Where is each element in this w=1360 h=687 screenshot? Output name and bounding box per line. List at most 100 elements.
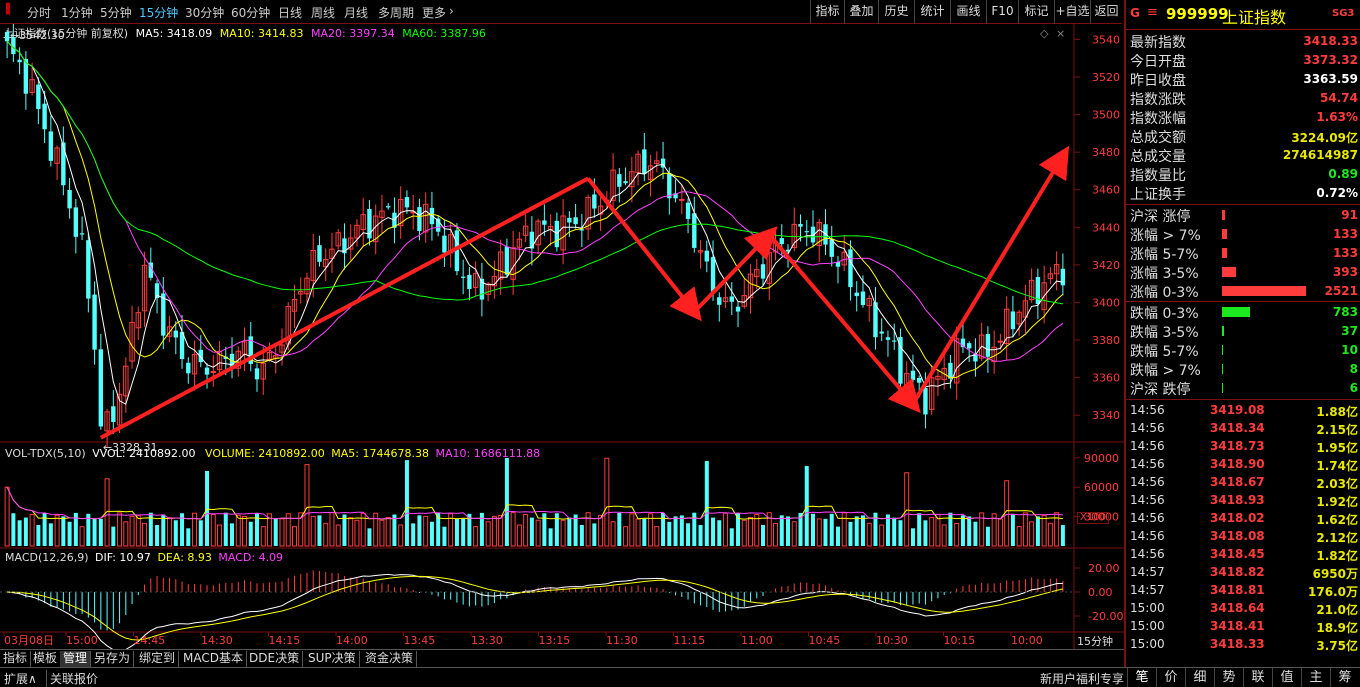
volume-bar [235,514,241,547]
statistics-button[interactable]: 统计 [914,0,950,24]
related-quote-button[interactable]: 关联报价 [46,670,98,687]
tick-volume: 2.12亿 [1316,531,1358,545]
volume-bar [129,515,135,547]
stat-label: 昨日收盘 [1130,73,1186,89]
candle-body [567,217,572,223]
volume-bar [673,516,678,546]
volume-tick-label: 60000 [1084,481,1119,494]
tick-time: 15:00 [1130,601,1165,615]
tab-fund[interactable]: 资金决策 [362,651,418,667]
period-tab-5min[interactable]: 5分钟 [100,4,132,21]
volume-bar [36,524,41,546]
time-axis-label: 11:30 [606,634,638,647]
candle-body [692,213,697,248]
candle-body [210,371,216,374]
period-tab-1min[interactable]: 1分钟 [61,4,93,21]
ma5-line [6,40,1063,405]
volume-bar [123,521,129,547]
tab-trend[interactable]: 势 [1214,668,1243,687]
tab-dde[interactable]: DDE决策 [246,651,304,667]
history-button[interactable]: 历史 [878,0,914,24]
tab-value[interactable]: 值 [1272,668,1301,687]
add-watchlist-button[interactable]: +自选 [1054,0,1090,24]
tab-sup[interactable]: SUP决策 [305,651,360,667]
volume-bar [717,520,722,546]
candle-body [623,181,628,184]
period-tab-30min[interactable]: 30分钟 [185,4,224,21]
indicator-button[interactable]: 指标 [810,0,844,24]
kline-chart[interactable]: 3540 3520 3500 3480 3460 3440 3420 3400 3380 3360… [0,24,1124,649]
tab-macd-basic[interactable]: MACD基本 [180,651,247,667]
candle-body [760,264,766,279]
volume-bar [167,517,173,547]
breadth-value: 783 [1332,305,1358,319]
volume-bar [429,521,434,546]
mark-button[interactable]: 标记 [1018,0,1054,24]
menu-icon[interactable]: ≡ [1147,5,1158,20]
volume-bar [379,519,385,547]
period-tab-daily[interactable]: 日线 [278,4,302,21]
breadth-value: 6 [1349,381,1358,395]
tab-trades[interactable]: 笔 [1127,668,1156,687]
collapse-icon[interactable]: ▐ [2,4,10,15]
candle-body [404,197,410,208]
breadth-bar [1222,210,1225,220]
tab-save-as[interactable]: 另存为 [91,651,135,667]
stock-code: 999999 [1166,5,1229,23]
tab-linked[interactable]: 联 [1243,668,1272,687]
candle-body [923,387,928,415]
volume-bar [761,524,766,546]
draw-line-button[interactable]: 画线 [950,0,986,24]
tick-row: 14:56 3418.73 1.95亿 [1130,438,1358,456]
volume-tick-label: 90000 [1084,452,1119,465]
stat-row: 最新指数 3418.33 [1130,32,1358,51]
back-button[interactable]: 返回 [1090,0,1122,24]
candle-body [779,238,784,245]
tab-manage[interactable]: 管理 [60,651,92,667]
breadth-value: 133 [1332,227,1358,241]
promo-link[interactable]: 新用户福利专享 [1040,670,1124,687]
volume-bar [610,521,616,547]
candle-body [885,337,891,340]
period-tab-60min[interactable]: 60分钟 [231,4,270,21]
volume-bar [917,513,922,546]
volume-bar [279,518,285,547]
tab-template[interactable]: 模板 [30,651,62,667]
tick-volume: 3.75亿 [1316,639,1358,653]
period-tab-monthly[interactable]: 月线 [344,4,368,21]
tab-main[interactable]: 主 [1301,668,1330,687]
volume-bar [885,514,890,546]
volume-bar [523,513,529,547]
breadth-label: 涨幅 3-5% [1130,266,1199,282]
stat-label: 指数涨跌 [1130,92,1186,108]
tick-time: 14:56 [1130,421,1165,435]
tick-volume: 1.74亿 [1316,459,1358,473]
tab-bind-to[interactable]: 绑定到 [136,651,180,667]
dea-line [7,575,1064,641]
period-tab-more[interactable]: 更多 [422,4,446,21]
tab-detail[interactable]: 细 [1185,668,1214,687]
volume-bar [98,518,103,546]
volume-bar [704,461,709,546]
period-tab-fenshi[interactable]: 分时 [27,4,51,21]
volume-bar [741,519,747,547]
volume-bar [829,513,834,546]
tab-chips[interactable]: 筹 [1330,668,1359,687]
tab-price[interactable]: 价 [1156,668,1185,687]
tick-row: 15:00 3418.33 3.75亿 [1130,636,1358,654]
period-tab-15min[interactable]: 15分钟 [139,4,178,21]
candle-body [592,194,597,209]
tab-indicator[interactable]: 指标 [0,651,32,667]
volume-bar [398,524,404,547]
f10-button[interactable]: F10 [986,0,1018,24]
expand-button[interactable]: 扩展∧ [4,670,37,687]
overlay-button[interactable]: 叠加 [844,0,878,24]
breadth-row: 涨幅 5-7% 133 [1130,244,1358,263]
price-tick-label: 3520 [1092,71,1120,84]
tick-price: 3418.90 [1210,457,1265,471]
candle-body [997,340,1004,343]
period-tab-multi[interactable]: 多周期 [378,4,414,21]
tick-time: 14:56 [1130,439,1165,453]
period-tab-weekly[interactable]: 周线 [311,4,335,21]
volume-bar [186,528,191,546]
